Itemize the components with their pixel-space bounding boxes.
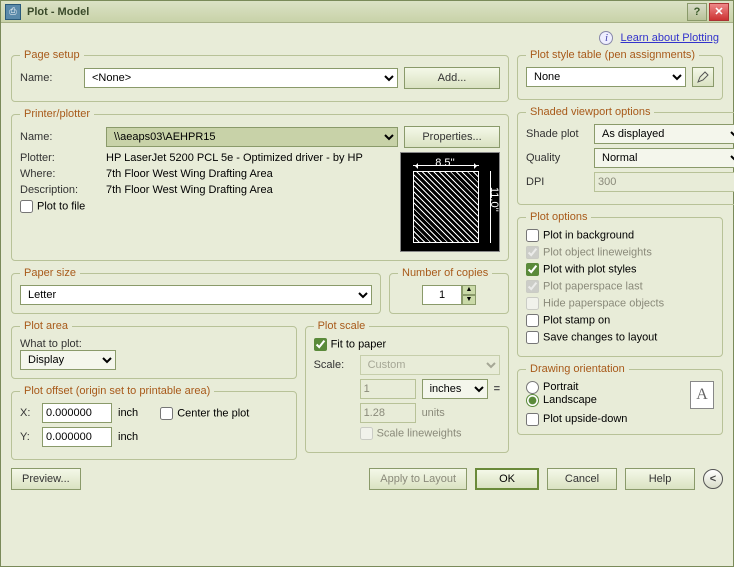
plot-area-group: Plot area What to plot: Display (11, 320, 297, 379)
printer-legend: Printer/plotter (20, 108, 94, 120)
description-label: Description: (20, 184, 100, 196)
quality-select[interactable]: Normal (594, 148, 734, 168)
plot-style-table-select[interactable]: None (526, 67, 686, 87)
orientation-group: Drawing orientation Portrait Landscape A… (517, 363, 723, 435)
dpi-label: DPI (526, 176, 588, 188)
plotter-label: Plotter: (20, 152, 100, 164)
plot-scale-group: Plot scale Fit to paper Scale: Custom in… (305, 320, 509, 453)
hide-paperspace-check: Hide paperspace objects (526, 297, 714, 310)
copies-up-button[interactable]: ▲ (462, 285, 476, 295)
fit-to-paper-check[interactable]: Fit to paper (314, 338, 387, 351)
paper-size-select[interactable]: Letter (20, 285, 372, 305)
upside-down-check[interactable]: Plot upside-down (526, 413, 627, 425)
app-icon: ⎙ (5, 4, 21, 20)
info-icon: i (599, 31, 613, 45)
offset-y-input[interactable] (42, 427, 112, 447)
orientation-icon: A (690, 381, 714, 409)
scale-units-select[interactable]: inches (422, 379, 488, 399)
scale-units-num-input (360, 379, 416, 399)
portrait-radio[interactable]: Portrait (526, 381, 578, 393)
shade-plot-label: Shade plot (526, 128, 588, 140)
shaded-viewport-group: Shaded viewport options Shade plot As dis… (517, 106, 734, 205)
add-page-setup-button[interactable]: Add... (404, 67, 500, 89)
copies-input[interactable] (422, 285, 462, 305)
copies-group: Number of copies ▲ ▼ (389, 267, 509, 314)
printer-group: Printer/plotter Name: \\aeaps03\AEHPR15 … (11, 108, 509, 261)
offset-x-label: X: (20, 407, 36, 419)
where-label: Where: (20, 168, 100, 180)
offset-y-label: Y: (20, 431, 36, 443)
description-value: 7th Floor West Wing Drafting Area (106, 184, 273, 196)
printer-properties-button[interactable]: Properties... (404, 126, 500, 148)
where-value: 7th Floor West Wing Drafting Area (106, 168, 273, 180)
page-setup-name-label: Name: (20, 72, 78, 84)
plot-scale-legend: Plot scale (314, 320, 370, 332)
learn-plotting-link[interactable]: Learn about Plotting (621, 32, 719, 44)
scale-label: Scale: (314, 359, 354, 371)
cancel-button[interactable]: Cancel (547, 468, 617, 490)
plot-style-table-group: Plot style table (pen assignments) None (517, 49, 723, 100)
printer-name-label: Name: (20, 131, 100, 143)
shade-plot-select[interactable]: As displayed (594, 124, 734, 144)
equals-icon: = (494, 383, 500, 395)
title-bar: ⎙ Plot - Model ? ✕ (1, 1, 733, 23)
landscape-radio[interactable]: Landscape (526, 394, 597, 406)
printer-name-select[interactable]: \\aeaps03\AEHPR15 (106, 127, 398, 147)
edit-style-button[interactable] (692, 67, 714, 87)
plot-style-table-legend: Plot style table (pen assignments) (526, 49, 699, 61)
dpi-input (594, 172, 734, 192)
page-setup-legend: Page setup (20, 49, 84, 61)
plot-to-file-check[interactable]: Plot to file (20, 200, 85, 213)
plot-offset-group: Plot offset (origin set to printable are… (11, 385, 297, 460)
plot-stamp-check[interactable]: Plot stamp on (526, 314, 714, 327)
plot-lineweights-check: Plot object lineweights (526, 246, 714, 259)
paper-preview: 8.5'' 11.0'' (400, 152, 500, 252)
what-to-plot-select[interactable]: Display (20, 350, 116, 370)
paper-size-group: Paper size Letter (11, 267, 381, 314)
apply-to-layout-button: Apply to Layout (369, 468, 467, 490)
pen-icon (697, 71, 709, 83)
plot-offset-legend: Plot offset (origin set to printable are… (20, 385, 214, 397)
copies-legend: Number of copies (398, 267, 492, 279)
plot-background-check[interactable]: Plot in background (526, 229, 714, 242)
plot-area-legend: Plot area (20, 320, 72, 332)
what-to-plot-label: What to plot: (20, 338, 82, 350)
shaded-viewport-legend: Shaded viewport options (526, 106, 654, 118)
help-button[interactable]: Help (625, 468, 695, 490)
orientation-legend: Drawing orientation (526, 363, 629, 375)
help-titlebar-button[interactable]: ? (687, 3, 707, 21)
offset-x-unit: inch (118, 407, 138, 419)
plot-options-legend: Plot options (526, 211, 591, 223)
close-button[interactable]: ✕ (709, 3, 729, 21)
plot-styles-check[interactable]: Plot with plot styles (526, 263, 714, 276)
plotter-value: HP LaserJet 5200 PCL 5e - Optimized driv… (106, 152, 363, 164)
preview-button[interactable]: Preview... (11, 468, 81, 490)
scale-select: Custom (360, 355, 500, 375)
ok-button[interactable]: OK (475, 468, 539, 490)
offset-x-input[interactable] (42, 403, 112, 423)
copies-down-button[interactable]: ▼ (462, 295, 476, 305)
scale-drawing-unit: units (422, 407, 445, 419)
scale-drawing-num-input (360, 403, 416, 423)
offset-y-unit: inch (118, 431, 138, 443)
page-setup-name-select[interactable]: <None> (84, 68, 398, 88)
save-changes-check[interactable]: Save changes to layout (526, 331, 714, 344)
center-plot-check[interactable]: Center the plot (160, 407, 249, 420)
plot-paperspace-check: Plot paperspace last (526, 280, 714, 293)
plot-options-group: Plot options Plot in background Plot obj… (517, 211, 723, 357)
page-setup-group: Page setup Name: <None> Add... (11, 49, 509, 102)
collapse-button[interactable]: < (703, 469, 723, 489)
scale-lineweights-check: Scale lineweights (360, 427, 462, 440)
paper-size-legend: Paper size (20, 267, 80, 279)
window-title: Plot - Model (27, 6, 685, 18)
quality-label: Quality (526, 152, 588, 164)
